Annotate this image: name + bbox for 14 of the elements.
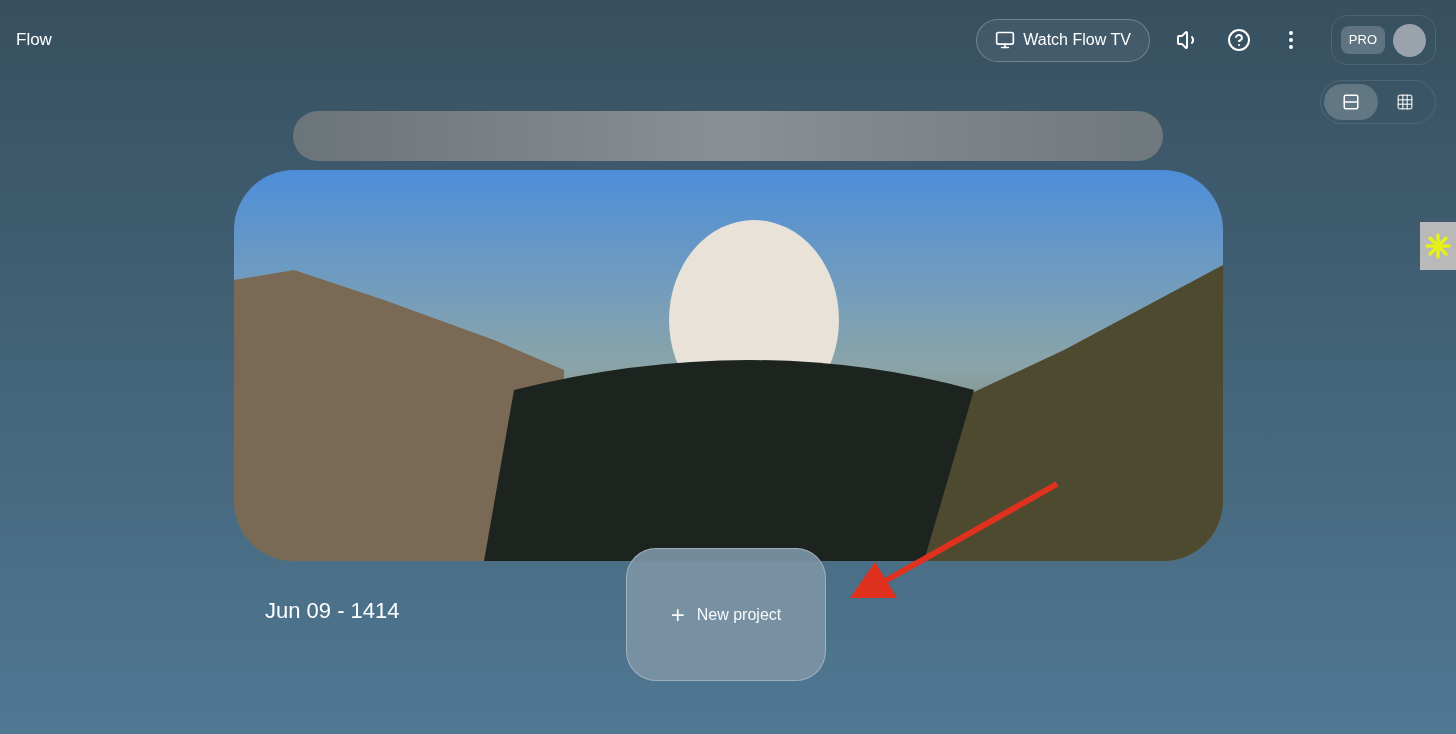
project-date: Jun 09 - 1414 — [265, 597, 400, 625]
account-panel[interactable]: PRO — [1330, 15, 1436, 65]
monitor-icon — [995, 30, 1016, 50]
help-icon[interactable] — [1226, 28, 1251, 52]
app-title[interactable]: Flow — [16, 27, 52, 53]
plus-icon: + — [670, 602, 685, 627]
list-view-icon — [1342, 93, 1360, 111]
view-toggle-option[interactable] — [1324, 84, 1378, 120]
video-thumbnail[interactable] — [233, 170, 1223, 561]
avatar[interactable] — [1393, 23, 1426, 57]
asterisk-icon — [1425, 233, 1451, 259]
pro-badge: PRO — [1340, 26, 1385, 54]
watch-tv-button[interactable]: Watch Flow TV — [976, 18, 1150, 62]
grid-view-icon — [1396, 93, 1414, 111]
